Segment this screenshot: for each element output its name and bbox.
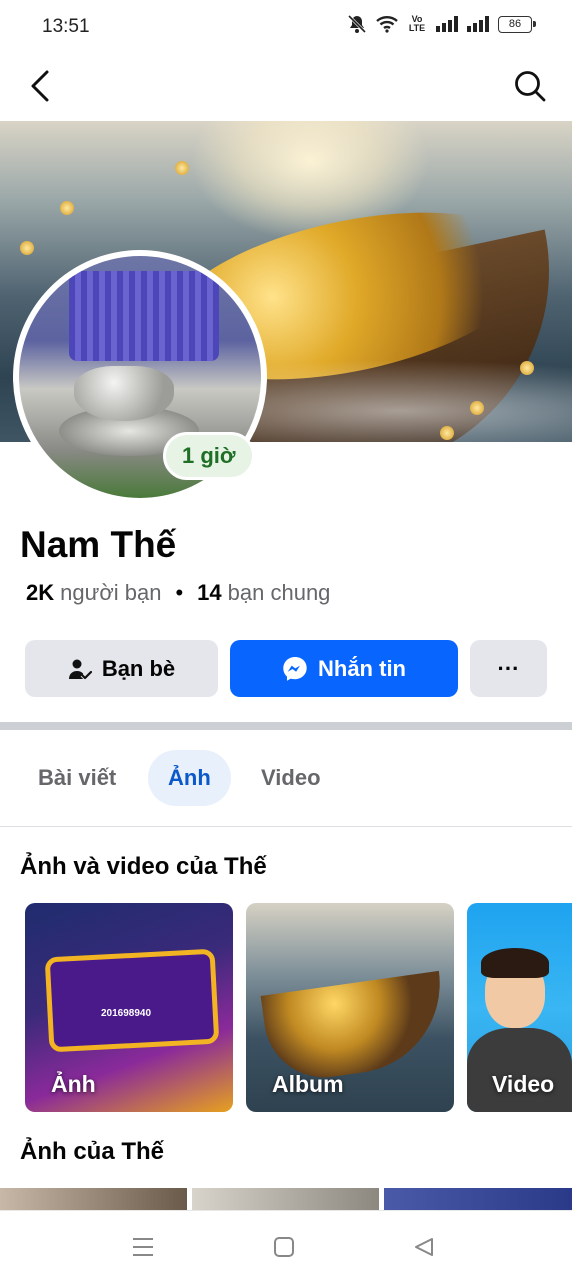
avatar-ingot [74, 366, 174, 421]
profile-tabs: Bài viết Ảnh Video [0, 748, 572, 808]
video-figure-hair [481, 948, 549, 978]
triangle-back-icon [415, 1238, 433, 1256]
album-card-label: Album [272, 1071, 344, 1097]
media-section-title: Ảnh và video của Thế [20, 853, 267, 880]
ellipsis-icon: ··· [497, 655, 520, 681]
mutual-count: 14 [197, 580, 222, 605]
tab-photos[interactable]: Ảnh [148, 750, 231, 806]
photos-section-title: Ảnh của Thế [20, 1138, 165, 1165]
message-button[interactable]: Nhắn tin [230, 640, 458, 697]
album-boat [260, 970, 452, 1086]
avatar-basket [69, 271, 219, 361]
coin [520, 361, 534, 375]
coin [470, 401, 484, 415]
friends-label: người bạn [60, 580, 162, 605]
system-back-button[interactable] [410, 1233, 438, 1261]
home-button[interactable] [270, 1233, 298, 1261]
friends-count: 2K [26, 580, 55, 605]
story-time-badge: 1 giờ [163, 432, 255, 480]
mute-bell-icon [347, 14, 367, 34]
game-banner [44, 948, 220, 1053]
search-button[interactable] [510, 66, 550, 106]
friends-button-label: Bạn bè [101, 655, 176, 681]
video-card[interactable]: Video [467, 903, 572, 1112]
signal-icon-1 [436, 16, 458, 32]
search-icon [515, 71, 546, 102]
battery-icon: 86 [498, 15, 536, 33]
photos-card-label: Ảnh [51, 1071, 96, 1097]
coin [20, 241, 34, 255]
signal-icon-2 [467, 16, 489, 32]
video-figure-body [467, 1028, 572, 1112]
photo-thumbnail[interactable] [384, 1188, 572, 1212]
volte-icon: Vo LTE [408, 14, 426, 33]
chevron-left-icon [31, 70, 49, 102]
album-card[interactable]: Album [246, 903, 454, 1112]
banner-number: 201698940 [101, 1008, 152, 1019]
system-nav-bar [0, 1210, 572, 1280]
menu-icon [133, 1238, 153, 1256]
wifi-icon [376, 15, 398, 33]
top-nav [0, 52, 572, 120]
tabs-divider [0, 826, 572, 827]
section-divider [0, 722, 572, 730]
photos-card[interactable]: 201698940 Ảnh [25, 903, 233, 1112]
back-button[interactable] [22, 66, 58, 106]
profile-name: Nam Thế [20, 524, 177, 565]
message-button-label: Nhắn tin [318, 655, 406, 681]
person-check-icon [68, 659, 92, 681]
coin [175, 161, 189, 175]
square-icon [274, 1237, 294, 1257]
coin [60, 201, 74, 215]
messenger-icon [283, 656, 307, 681]
photo-thumbnail[interactable] [0, 1188, 187, 1212]
friends-button[interactable]: Bạn bè [25, 640, 218, 697]
status-time: 13:51 [42, 16, 90, 37]
tab-posts[interactable]: Bài viết [18, 750, 136, 806]
tab-video[interactable]: Video [241, 750, 341, 806]
friends-summary[interactable]: 2K người bạn • 14 bạn chung [26, 580, 330, 606]
video-card-label: Video [492, 1071, 555, 1097]
photo-thumbnail[interactable] [192, 1188, 379, 1212]
separator-dot: • [175, 580, 184, 605]
status-icons: Vo LTE 86 [347, 14, 536, 34]
coin [440, 426, 454, 440]
more-button[interactable]: ··· [470, 640, 547, 697]
recent-apps-button[interactable] [129, 1233, 157, 1261]
status-bar: 13:51 Vo LTE 86 [0, 0, 572, 52]
mutual-label: bạn chung [227, 580, 331, 605]
